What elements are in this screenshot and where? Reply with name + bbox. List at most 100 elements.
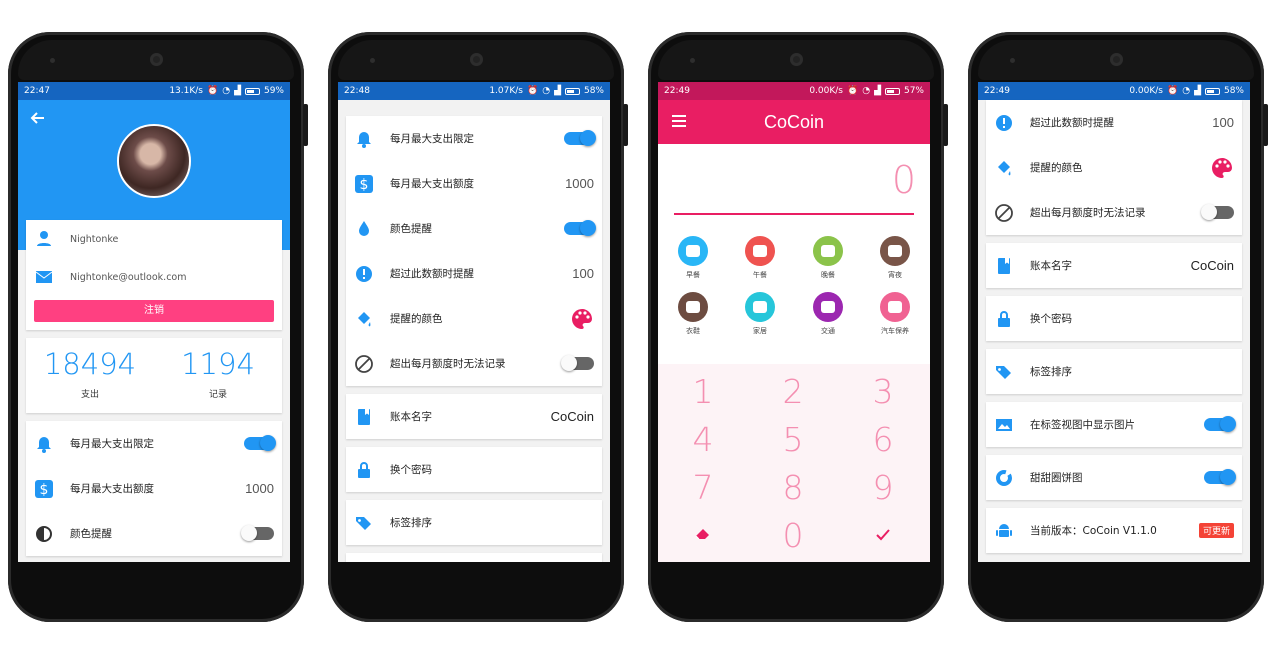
setting-color-remind[interactable]: 颜色提醒 bbox=[26, 511, 282, 556]
donut-chart-icon bbox=[996, 469, 1012, 486]
setting-value: 1000 bbox=[565, 176, 594, 191]
toggle-switch[interactable] bbox=[1201, 204, 1234, 220]
wifi-icon: ◔ bbox=[542, 86, 551, 96]
status-bar: 22:49 0.00K/s ⏰ ◔ ▟ 58% bbox=[978, 82, 1250, 100]
setting-monthly-limit[interactable]: 每月最大支出限定 bbox=[26, 421, 282, 466]
screen-settings-2: 22:49 0.00K/s ⏰ ◔ ▟ 58% 超过此数额时提醒 100 提醒的颜色 超… bbox=[978, 82, 1250, 562]
stats-card: 18494 支出 1194 记录 bbox=[26, 338, 282, 413]
contrast-icon bbox=[36, 525, 52, 542]
setting-monthly-limit[interactable]: 每月最大支出限定 bbox=[346, 116, 602, 161]
category-label: 家居 bbox=[753, 327, 767, 335]
setting-block-over-limit[interactable]: 超出每月额度时无法记录 bbox=[986, 190, 1242, 235]
category-icon bbox=[813, 236, 843, 266]
setting-label: 颜色提醒 bbox=[70, 528, 112, 540]
toggle-switch[interactable] bbox=[564, 220, 596, 236]
setting-change-password[interactable]: 换个密码 bbox=[346, 447, 602, 492]
key-3[interactable]: 3 bbox=[853, 372, 913, 411]
signal-icon: ▟ bbox=[874, 86, 881, 96]
category-label: 交通 bbox=[821, 327, 835, 335]
toggle-switch[interactable] bbox=[241, 525, 274, 541]
key-7[interactable]: 7 bbox=[673, 468, 733, 507]
app-title: CoCoin bbox=[763, 112, 825, 132]
status-battery: 57% bbox=[903, 86, 924, 96]
setting-show-images[interactable]: 在标签视图中显示图片 bbox=[986, 402, 1242, 447]
setting-monthly-amount[interactable]: $ 每月最大支出额度 1000 bbox=[346, 161, 602, 206]
palette-icon[interactable] bbox=[1210, 156, 1234, 180]
category-icon bbox=[880, 292, 910, 322]
bell-icon bbox=[37, 436, 51, 453]
dollar-icon: $ bbox=[35, 479, 53, 498]
key-9[interactable]: 9 bbox=[853, 468, 913, 507]
category-item[interactable]: 晚餐 bbox=[798, 236, 858, 280]
lock-icon bbox=[358, 461, 370, 478]
email-icon bbox=[35, 271, 53, 283]
category-item[interactable]: 家居 bbox=[730, 292, 790, 336]
category-item[interactable]: 衣鞋 bbox=[663, 292, 723, 336]
setting-block-over-limit[interactable]: 超出每月额度时无法记录 bbox=[346, 341, 602, 386]
side-button bbox=[303, 104, 308, 146]
setting-tag-sort[interactable]: 标签排序 bbox=[986, 349, 1242, 394]
key-8[interactable]: 8 bbox=[763, 468, 823, 507]
toggle-switch[interactable] bbox=[561, 355, 594, 371]
alarm-icon: ⏰ bbox=[526, 86, 539, 96]
version-label: 当前版本：CoCoin V1.1.0 bbox=[1030, 525, 1157, 537]
settings-card: 每月最大支出限定 $ 每月最大支出额度 1000 颜色提醒 超过此数额时提醒 1… bbox=[346, 116, 602, 386]
eraser-icon[interactable] bbox=[694, 527, 712, 541]
setting-threshold[interactable]: 超过此数额时提醒 100 bbox=[986, 100, 1242, 145]
key-6[interactable]: 6 bbox=[853, 420, 913, 459]
setting-account-name[interactable]: 账本名字 CoCoin bbox=[986, 243, 1242, 288]
paint-bucket-icon bbox=[998, 160, 1011, 175]
category-icon bbox=[745, 292, 775, 322]
toggle-switch[interactable] bbox=[1204, 416, 1236, 432]
setting-donut[interactable]: 甜甜圈饼图 bbox=[986, 455, 1242, 500]
toggle-switch[interactable] bbox=[564, 130, 596, 146]
setting-tag-sort[interactable]: 标签排序 bbox=[346, 500, 602, 545]
wifi-icon: ◔ bbox=[1182, 86, 1191, 96]
camera bbox=[150, 53, 163, 66]
logout-button[interactable]: 注销 bbox=[34, 300, 274, 322]
menu-icon[interactable] bbox=[672, 114, 688, 128]
check-icon[interactable] bbox=[875, 528, 891, 542]
key-5[interactable]: 5 bbox=[763, 420, 823, 459]
app-bar: CoCoin bbox=[658, 100, 930, 144]
setting-label: 账本名字 bbox=[390, 411, 432, 423]
category-item[interactable]: 交通 bbox=[798, 292, 858, 336]
category-label: 衣鞋 bbox=[686, 327, 700, 335]
category-item[interactable]: 早餐 bbox=[663, 236, 723, 280]
setting-version[interactable]: 当前版本：CoCoin V1.1.0 可更新 bbox=[986, 508, 1242, 553]
username: Nightonke bbox=[70, 233, 119, 245]
key-0[interactable]: 0 bbox=[763, 516, 823, 555]
setting-account-name[interactable]: 账本名字 CoCoin bbox=[346, 394, 602, 439]
avatar[interactable] bbox=[117, 124, 191, 198]
screen-settings: 22:48 1.07K/s ⏰ ◔ ▟ 58% 每月最大支出限定 $ 每月最大支出额度 … bbox=[338, 82, 610, 562]
signal-icon: ▟ bbox=[554, 86, 561, 96]
settings-card: 超过此数额时提醒 100 提醒的颜色 超出每月额度时无法记录 bbox=[986, 100, 1242, 235]
setting-change-password[interactable]: 换个密码 bbox=[986, 296, 1242, 341]
phone-4: 22:49 0.00K/s ⏰ ◔ ▟ 58% 超过此数额时提醒 100 提醒的颜色 超… bbox=[968, 32, 1268, 622]
category-item[interactable]: 午餐 bbox=[730, 236, 790, 280]
key-2[interactable]: 2 bbox=[763, 372, 823, 411]
person-icon bbox=[37, 231, 51, 246]
email: Nightonke@outlook.com bbox=[70, 271, 187, 283]
status-speed: 0.00K/s bbox=[1129, 86, 1163, 96]
side-button bbox=[1263, 104, 1268, 146]
setting-color-remind[interactable]: 颜色提醒 bbox=[346, 206, 602, 251]
toggle-switch[interactable] bbox=[1204, 469, 1236, 485]
category-label: 宵夜 bbox=[888, 271, 902, 279]
key-1[interactable]: 1 bbox=[673, 372, 733, 411]
speaker bbox=[1010, 58, 1015, 63]
setting-remind-color[interactable]: 提醒的颜色 bbox=[986, 145, 1242, 190]
back-arrow-icon[interactable] bbox=[30, 110, 46, 126]
palette-icon[interactable] bbox=[570, 307, 594, 331]
update-badge[interactable]: 可更新 bbox=[1198, 523, 1234, 538]
category-item[interactable]: 汽车保养 bbox=[865, 292, 925, 336]
category-item[interactable]: 宵夜 bbox=[865, 236, 925, 280]
key-4[interactable]: 4 bbox=[673, 420, 733, 459]
status-time: 22:47 bbox=[24, 86, 50, 96]
setting-remind-color[interactable]: 提醒的颜色 bbox=[346, 296, 602, 341]
setting-threshold[interactable]: 超过此数额时提醒 100 bbox=[346, 251, 602, 296]
dollar-icon: $ bbox=[355, 174, 373, 193]
setting-monthly-amount[interactable]: $ 每月最大支出额度 1000 bbox=[26, 466, 282, 511]
toggle-switch[interactable] bbox=[244, 435, 276, 451]
status-bar: 22:47 13.1K/s ⏰ ◔ ▟ 59% bbox=[18, 82, 290, 100]
